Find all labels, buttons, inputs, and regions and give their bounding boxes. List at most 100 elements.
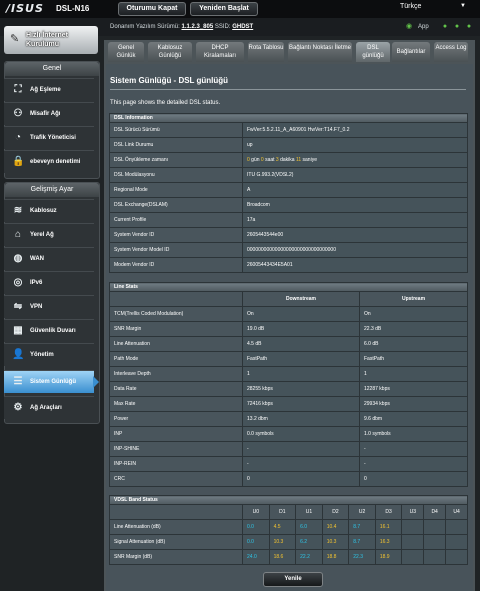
tab-dsl-log[interactable]: DSL günlüğü <box>356 42 390 62</box>
row-value: up <box>242 137 468 153</box>
tab-routing-table[interactable]: Rota Tablosu <box>248 42 284 62</box>
table-row: DSL Link Durumu up <box>109 137 468 153</box>
sidebar-item-lan[interactable]: ⌂ Yerel Ağ <box>4 223 94 246</box>
wizard-icon: ✎ <box>10 33 20 45</box>
sidebar-item-vpn[interactable]: ⇋ VPN <box>4 295 94 318</box>
table-row: INP 0.0 symbols 1.0 symbols <box>109 426 468 442</box>
usb-icon[interactable]: ● <box>440 22 450 32</box>
tab-wireless-log[interactable]: Kablosuz Günlüğü <box>148 42 192 62</box>
sidebar-item-label: Trafik Yöneticisi <box>30 135 76 141</box>
row-label: INP-SHINE <box>109 441 243 457</box>
line-stats-table: Line Stats Downstream Upstream TCM(Trelli… <box>109 282 468 487</box>
sidebar-item-ipv6[interactable]: ◎ IPv6 <box>4 271 94 294</box>
col-header: D2 <box>321 504 350 520</box>
app-label[interactable]: App <box>418 24 429 30</box>
empty-header-cell <box>109 504 243 520</box>
firmware-version-link[interactable]: 1.1.2.3_805 <box>181 24 213 30</box>
uptime-days: 0 <box>247 157 250 163</box>
table-header-row: Downstream Upstream <box>109 291 468 307</box>
vdsl-band-table: VDSL Band Status U0 D1 U1 D2 U2 D3 U3 D4… <box>109 495 468 565</box>
tab-connections[interactable]: Bağlantılar <box>392 42 430 62</box>
sidebar-item-administration[interactable]: 👤 Yönetim <box>4 343 94 366</box>
sidebar-item-wan[interactable]: ◍ WAN <box>4 247 94 270</box>
table-row: Max Rate 72416 kbps 29934 kbps <box>109 396 468 412</box>
band-value: 6.0 <box>295 519 323 535</box>
table-row: DSL Sürücü Sürümü FwVer:5.5.2.11_A_A60901… <box>109 122 468 138</box>
sidebar-item-network-tools[interactable]: ⚙ Ağ Araçları <box>4 396 94 419</box>
row-label: Data Rate <box>109 381 243 397</box>
row-value: Broadcom <box>242 197 468 213</box>
uptime-hours: 0 <box>260 157 264 163</box>
quick-internet-setup[interactable]: ✎ Hızlı İnternet Kurulumu <box>4 26 98 54</box>
row-label: Modem Vendor ID <box>109 257 243 273</box>
language-select[interactable]: Türkçe <box>400 3 421 10</box>
row-down: 13.2 dbm <box>242 411 360 427</box>
sidebar-item-parental-control[interactable]: 🔒 ebeveyn denetimi <box>4 150 94 173</box>
band-value: 0.0 <box>242 519 270 535</box>
ipv6-icon: ◎ <box>13 277 23 288</box>
tab-port-forwarding[interactable]: Bağlantı Noktası İletme <box>288 42 352 62</box>
sidebar-item-system-log[interactable]: ☰ Sistem Günlüğü <box>4 370 99 393</box>
uptime-seconds: 11 <box>295 157 302 163</box>
tab-general-log[interactable]: Genel Günlük <box>108 42 144 62</box>
band-value: 8.7 <box>348 519 376 535</box>
sidebar-item-firewall[interactable]: ▦ Güvenlik Duvarı <box>4 319 94 342</box>
wifi-icon: ≋ <box>13 205 23 216</box>
sidebar-item-guest-network[interactable]: ⚇ Misafir Ağı <box>4 102 94 125</box>
row-up: 9.6 dbm <box>359 411 468 427</box>
row-up: 0 <box>359 471 468 487</box>
row-label: Interleave Depth <box>109 366 243 382</box>
active-arrow-icon <box>93 376 99 388</box>
uptime-seconds-unit: saniye <box>302 157 317 163</box>
wifi-icon[interactable]: ◉ <box>404 22 414 32</box>
chevron-down-icon[interactable]: ▼ <box>460 3 466 9</box>
band-value <box>445 534 468 550</box>
table-row: System Vendor ID 2605443544e00 <box>109 227 468 243</box>
band-value <box>445 519 468 535</box>
band-value: 0.0 <box>242 534 270 550</box>
internet-status-icon[interactable]: ● <box>452 22 462 32</box>
sidebar-item-label: Kablosuz <box>30 208 57 214</box>
row-label: System Vendor ID <box>109 227 243 243</box>
sidebar-item-label: WAN <box>30 256 44 262</box>
band-value <box>401 519 425 535</box>
reboot-button[interactable]: Yeniden Başlat <box>190 2 258 16</box>
sidebar-item-label: Ağ Araçları <box>30 405 62 411</box>
row-up: FastPath <box>359 351 468 367</box>
band-value <box>445 549 468 565</box>
band-value: 16.3 <box>374 534 403 550</box>
row-value: 2605443544e00 <box>242 227 468 243</box>
dsl-info-header: DSL Information <box>109 113 468 123</box>
table-row: DSL Exchange(DSLAM) Broadcom <box>109 197 468 213</box>
sidebar-item-wireless[interactable]: ≋ Kablosuz <box>4 199 94 222</box>
row-label: SNR Margin (dB) <box>109 549 243 565</box>
table-row: SNR Margin (dB) 24.0 18.6 22.2 18.8 22.3… <box>109 549 468 565</box>
tab-access-log[interactable]: Access Log <box>434 42 468 62</box>
row-label: DSL Sürücü Sürümü <box>109 122 243 138</box>
ssid-link[interactable]: GHDST <box>232 24 253 30</box>
table-row: Power 13.2 dbm 9.6 dbm <box>109 411 468 427</box>
sidebar-item-traffic-manager[interactable]: ◔ Trafik Yöneticisi <box>4 126 94 149</box>
table-row: SNR Margin 19.0 dB 22.3 dB <box>109 321 468 337</box>
refresh-button[interactable]: Yenile <box>263 572 323 587</box>
sidebar-item-label: ebeveyn denetimi <box>30 159 81 165</box>
row-label: Current Profile <box>109 212 243 228</box>
sidebar-item-network-map[interactable]: ⛶ Ağ Eşleme <box>4 78 94 101</box>
tab-dhcp-leases[interactable]: DHCP Kiralamaları <box>196 42 244 62</box>
firewall-icon: ▦ <box>13 325 23 336</box>
row-down: - <box>242 456 360 472</box>
sidebar-item-label: Sistem Günlüğü <box>30 379 77 385</box>
table-row: TCM(Trellis Coded Modulation) On On <box>109 306 468 322</box>
guest-network-icon: ⚇ <box>13 108 23 119</box>
row-label: CRC <box>109 471 243 487</box>
row-value: 26005443434E5A01 <box>242 257 468 273</box>
model-name: DSL-N16 <box>56 4 90 13</box>
uptime-minutes-unit: dakika <box>280 157 295 163</box>
row-value: 00000000000000000000000000000000 <box>242 242 468 258</box>
logout-button[interactable]: Oturumu Kapat <box>118 2 186 16</box>
row-label: Path Mode <box>109 351 243 367</box>
row-down: On <box>242 306 360 322</box>
top-bar: /ISUS DSL-N16 Oturumu Kapat Yeniden Başl… <box>0 0 480 18</box>
printer-icon[interactable]: ● <box>464 22 474 32</box>
row-down: 4.5 dB <box>242 336 360 352</box>
